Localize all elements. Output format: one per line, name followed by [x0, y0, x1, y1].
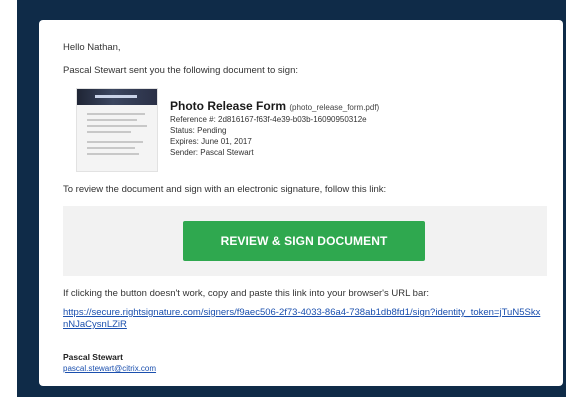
document-expires: Expires: June 01, 2017: [170, 137, 252, 146]
review-instructions: To review the document and sign with an …: [63, 184, 387, 195]
document-thumbnail[interactable]: [76, 88, 158, 172]
thumbnail-header-image: [77, 89, 157, 105]
thumbnail-text-line: [87, 131, 131, 133]
review-sign-button[interactable]: REVIEW & SIGN DOCUMENT: [183, 221, 425, 261]
greeting-text: Hello Nathan,: [63, 42, 121, 53]
thumbnail-text-line: [87, 113, 145, 115]
thumbnail-text-line: [87, 141, 143, 143]
thumbnail-text-line: [87, 119, 137, 121]
document-sender: Sender: Pascal Stewart: [170, 148, 254, 157]
document-title: Photo Release Form (photo_release_form.p…: [170, 99, 379, 113]
cta-section: REVIEW & SIGN DOCUMENT: [63, 206, 547, 276]
email-body: Hello Nathan, Pascal Stewart sent you th…: [39, 20, 563, 386]
document-filename: (photo_release_form.pdf): [289, 103, 380, 112]
signing-link[interactable]: https://secure.rightsignature.com/signer…: [63, 307, 543, 331]
document-title-text: Photo Release Form: [170, 99, 287, 113]
thumbnail-title-bar: [95, 95, 137, 98]
signature-email-link[interactable]: pascal.stewart@citrix.com: [63, 364, 156, 373]
thumbnail-text-line: [87, 147, 135, 149]
document-reference: Reference #: 2d816167-f63f-4e39-b03b-160…: [170, 115, 367, 124]
fallback-instructions: If clicking the button doesn't work, cop…: [63, 288, 430, 299]
signature-name: Pascal Stewart: [63, 352, 124, 362]
intro-text: Pascal Stewart sent you the following do…: [63, 65, 298, 76]
thumbnail-text-line: [87, 125, 147, 127]
thumbnail-text-line: [87, 153, 139, 155]
document-status: Status: Pending: [170, 126, 227, 135]
